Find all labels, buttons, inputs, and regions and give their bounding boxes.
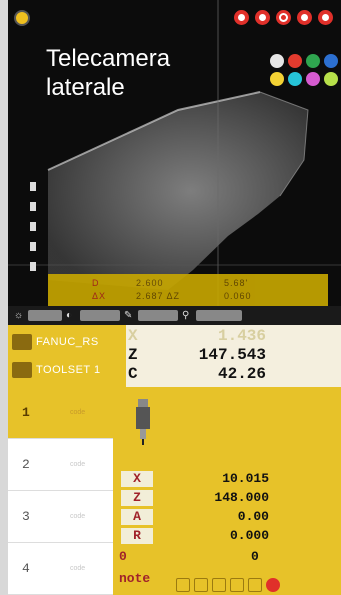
color-swatch-blue[interactable] (324, 54, 338, 68)
bar-value-4: 0.060 (224, 291, 252, 301)
camera-settings-icon[interactable] (14, 10, 30, 26)
axis-value: 42.26 (217, 365, 266, 383)
color-swatch-red[interactable] (288, 54, 302, 68)
camera-controls (234, 10, 333, 25)
detail-value: 148.000 (214, 490, 269, 505)
record-icon[interactable] (234, 10, 249, 25)
color-swatch-lime[interactable] (324, 72, 338, 86)
color-swatch-white[interactable] (270, 54, 284, 68)
tool-code: code (70, 409, 86, 416)
scale-tick (30, 222, 36, 231)
detail-value: 0.000 (229, 528, 269, 543)
zoom-slider[interactable] (196, 310, 242, 321)
tool-number: 2 (22, 457, 30, 472)
color-swatch-magenta[interactable] (306, 72, 320, 86)
scale-tick (30, 182, 36, 191)
detail-label: X (121, 471, 153, 487)
bottom-toolbar (176, 578, 280, 592)
tool-row[interactable]: 3 code (8, 491, 113, 543)
close-icon[interactable] (318, 10, 333, 25)
tool-detail: X 10.015 Z 148.000 A 0.00 R 0.000 0 0 (113, 387, 341, 595)
axis-label: Z (128, 346, 138, 364)
tool-number: 1 (22, 405, 30, 420)
detail-row-x[interactable]: X 10.015 (119, 471, 333, 487)
tool-row[interactable]: 1 code (8, 387, 113, 439)
tool-action-icon[interactable] (230, 578, 244, 592)
tool-number: 3 (22, 509, 30, 524)
machine-panel: FANUC_RS TOOLSET 1 X 1.436 Z 147.543 C 4… (8, 325, 341, 387)
machine-selector[interactable]: FANUC_RS (8, 327, 118, 357)
camera-view[interactable]: Telecamera laterale D 2.600 5.68' ΔX 2.6… (8, 0, 341, 325)
contrast-icon[interactable]: ◐ (66, 310, 76, 321)
delete-icon[interactable] (266, 578, 280, 592)
axis-row: X 1.436 (126, 327, 341, 347)
tool-code: code (70, 565, 86, 572)
detail-row-r[interactable]: R 0.000 (119, 528, 333, 544)
color-swatch-yellow[interactable] (270, 72, 284, 86)
detail-row-a[interactable]: A 0.00 (119, 509, 333, 525)
detail-row-z[interactable]: Z 148.000 (119, 490, 333, 506)
bar-label-dx: ΔX (92, 291, 107, 301)
note-label: note (119, 571, 151, 586)
tool-action-icon[interactable] (248, 578, 262, 592)
detail-label: R (121, 528, 153, 544)
axis-row: C 42.26 (126, 365, 341, 385)
toolset-selector[interactable]: TOOLSET 1 (8, 355, 118, 385)
bar-value-3: 2.687 ΔZ (136, 291, 181, 301)
zoom-icon[interactable] (276, 10, 291, 25)
brightness-slider[interactable] (28, 310, 62, 321)
tool-code: code (70, 513, 86, 520)
tool-row[interactable]: 4 code (8, 543, 113, 595)
detail-label: Z (121, 490, 153, 506)
tool-action-icon[interactable] (194, 578, 208, 592)
light-icon[interactable] (297, 10, 312, 25)
focus-slider[interactable] (138, 310, 178, 321)
axis-row: Z 147.543 (126, 346, 341, 366)
camera-toolbar: ☼ ◐ ✎ ⚲ (8, 306, 341, 325)
axis-readout: X 1.436 Z 147.543 C 42.26 (126, 325, 341, 387)
probe-icon (136, 399, 150, 445)
machine-name: FANUC_RS (36, 336, 99, 348)
tool-action-icon[interactable] (176, 578, 190, 592)
axis-value: 147.543 (198, 346, 266, 364)
measurement-bar: D 2.600 5.68' ΔX 2.687 ΔZ 0.060 (48, 274, 328, 306)
toolset-icon (12, 362, 32, 378)
axis-label: X (128, 327, 138, 345)
bar-label-d: D (92, 278, 100, 288)
search-icon[interactable]: ⚲ (182, 310, 192, 321)
machine-icon (12, 334, 32, 350)
scale-tick (30, 262, 36, 271)
tool-row[interactable]: 2 code (8, 439, 113, 491)
color-palette (270, 54, 338, 86)
bar-value-2: 5.68' (224, 278, 249, 288)
color-swatch-green[interactable] (306, 54, 320, 68)
contrast-slider[interactable] (80, 310, 120, 321)
detail-value: 0.00 (237, 509, 269, 524)
tool-code: code (70, 461, 86, 468)
scale-tick (30, 242, 36, 251)
zero-label: 0 (119, 549, 127, 564)
scale-tick (30, 202, 36, 211)
tool-action-icon[interactable] (212, 578, 226, 592)
capture-icon[interactable] (255, 10, 270, 25)
tool-number: 4 (22, 561, 30, 576)
edit-icon[interactable]: ✎ (124, 310, 134, 321)
tool-list: 1 code 2 code 3 code 4 code (8, 387, 113, 595)
axis-label: C (128, 365, 138, 383)
bar-value-1: 2.600 (136, 278, 164, 288)
camera-title: Telecamera laterale (46, 45, 171, 101)
axis-value: 1.436 (217, 327, 266, 345)
sun-icon[interactable]: ☼ (14, 310, 24, 321)
detail-label: A (121, 509, 153, 525)
detail-value: 10.015 (222, 471, 269, 486)
zero-value: 0 (251, 549, 259, 564)
color-swatch-cyan[interactable] (288, 72, 302, 86)
left-scale (8, 170, 38, 290)
toolset-name: TOOLSET 1 (36, 364, 101, 376)
